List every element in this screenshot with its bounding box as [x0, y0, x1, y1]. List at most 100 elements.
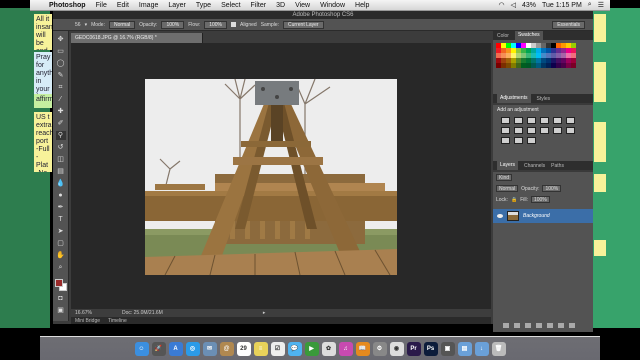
calendar-icon[interactable]: 29 [236, 341, 251, 356]
document-photo[interactable] [145, 79, 397, 275]
photoshop-icon[interactable]: Ps [423, 341, 438, 356]
trash-icon[interactable]: 🗑 [491, 341, 506, 356]
status-menu-icon[interactable]: ▸ [263, 310, 266, 316]
clone-stamp-tool-icon[interactable]: ⚲ [55, 131, 66, 140]
foreground-color-swatch[interactable] [54, 279, 63, 287]
eye-icon[interactable] [497, 214, 503, 218]
launchpad-icon[interactable]: 🚀 [151, 341, 166, 356]
sticky-note[interactable]: All it insane will be and in focus [34, 14, 52, 50]
lock-icon[interactable]: 🔒 [511, 197, 517, 203]
gradient-tool-icon[interactable]: ▤ [56, 167, 66, 176]
crop-tool-icon[interactable]: ⌗ [56, 83, 66, 92]
eraser-tool-icon[interactable]: ◫ [56, 155, 66, 164]
zoom-tool-icon[interactable]: ⌕ [56, 263, 66, 272]
menu-file[interactable]: File [91, 2, 112, 9]
menu-window[interactable]: Window [315, 2, 350, 9]
menu-select[interactable]: Select [216, 2, 245, 9]
sticky-note[interactable] [594, 240, 606, 256]
tab-swatches[interactable]: Swatches [514, 31, 543, 40]
color-balance-icon[interactable] [501, 127, 510, 134]
history-brush-tool-icon[interactable]: ↺ [56, 143, 66, 152]
blur-tool-icon[interactable]: 💧 [56, 179, 66, 188]
ibooks-icon[interactable]: 📖 [355, 341, 370, 356]
flow-input[interactable]: 100% [204, 20, 227, 29]
fx-icon[interactable] [514, 323, 520, 328]
hand-tool-icon[interactable]: ✋ [56, 251, 66, 260]
color-lookup-icon[interactable] [553, 127, 562, 134]
dodge-tool-icon[interactable]: ● [56, 191, 66, 200]
contacts-icon[interactable]: @ [219, 341, 234, 356]
tab-color[interactable]: Color [497, 33, 509, 39]
finder-icon[interactable]: ☺ [134, 341, 149, 356]
tab-channels[interactable]: Channels [524, 163, 545, 169]
volume-icon[interactable]: ◁ [511, 1, 516, 9]
preferences-icon[interactable]: ⚙ [372, 341, 387, 356]
brush-preset-icon[interactable]: ▾ [85, 22, 88, 28]
marquee-tool-icon[interactable]: ▭ [56, 47, 66, 56]
screen-icon[interactable]: ▣ [440, 341, 455, 356]
tab-paths[interactable]: Paths [551, 163, 564, 169]
workspace-select[interactable]: Essentials [552, 20, 585, 29]
menu-filter[interactable]: Filter [246, 2, 272, 9]
eyedropper-tool-icon[interactable]: ⁄ [56, 95, 66, 104]
safari-icon[interactable]: ◎ [185, 341, 200, 356]
menu-type[interactable]: Type [191, 2, 216, 9]
threshold-icon[interactable] [514, 137, 523, 144]
sticky-note[interactable] [594, 174, 606, 192]
lasso-tool-icon[interactable]: ◯ [56, 59, 66, 68]
quick-select-tool-icon[interactable]: ✎ [56, 71, 66, 80]
trash-icon[interactable] [569, 323, 575, 328]
tab-adjustments[interactable]: Adjustments [497, 94, 531, 103]
facetime-icon[interactable]: ▶ [304, 341, 319, 356]
layer-row[interactable]: Background [493, 209, 593, 223]
premiere-icon[interactable]: Pr [406, 341, 421, 356]
photo-filter-icon[interactable] [527, 127, 536, 134]
layer-opacity-input[interactable]: 100% [542, 185, 562, 192]
posterize-icon[interactable] [501, 137, 510, 144]
swatch-grid[interactable] [496, 43, 590, 68]
appstore-icon[interactable]: A [168, 341, 183, 356]
document-tab[interactable]: GEDC0618.JPG @ 16.7% (RGB/8) * [71, 33, 203, 43]
menu-3d[interactable]: 3D [271, 2, 290, 9]
mask-icon[interactable] [525, 323, 531, 328]
color-swatches[interactable] [54, 279, 67, 291]
brightness-icon[interactable] [501, 117, 510, 124]
quick-mask-icon[interactable]: ◘ [56, 294, 66, 303]
tab-styles[interactable]: Styles [537, 96, 551, 102]
layer-name[interactable]: Background [523, 213, 550, 219]
zoom-level[interactable]: 16.67% [75, 310, 92, 316]
levels-icon[interactable] [514, 117, 523, 124]
photos-icon[interactable]: ✿ [321, 341, 336, 356]
invert-icon[interactable] [566, 127, 575, 134]
menu-help[interactable]: Help [350, 2, 374, 9]
healing-tool-icon[interactable]: ✚ [56, 107, 66, 116]
search-icon[interactable]: ⌕ [588, 1, 592, 9]
clock[interactable]: Tue 1:15 PM [542, 2, 582, 9]
aligned-checkbox[interactable] [231, 22, 236, 27]
screen-mode-icon[interactable]: ▣ [56, 306, 66, 315]
brush-tool-icon[interactable]: ✐ [56, 119, 66, 128]
sticky-note[interactable] [594, 122, 606, 162]
tab-mini-bridge[interactable]: Mini Bridge [75, 318, 100, 324]
link-icon[interactable] [503, 323, 509, 328]
gradient-map-icon[interactable] [527, 137, 536, 144]
messages-icon[interactable]: 💬 [287, 341, 302, 356]
fill-input[interactable]: 100% [530, 196, 550, 203]
notes-icon[interactable]: ≡ [253, 341, 268, 356]
channel-mixer-icon[interactable] [540, 127, 549, 134]
menu-edit[interactable]: Edit [112, 2, 134, 9]
black-white-icon[interactable] [514, 127, 523, 134]
layer-thumbnail[interactable] [507, 211, 519, 221]
color-swatch[interactable] [571, 63, 576, 68]
mode-select[interactable]: Normal [108, 20, 136, 29]
menu-app-name[interactable]: Photoshop [44, 2, 91, 9]
tab-layers[interactable]: Layers [497, 161, 519, 170]
curves-icon[interactable] [527, 117, 536, 124]
group-icon[interactable] [547, 323, 553, 328]
sample-select[interactable]: Current Layer [283, 20, 324, 29]
battery-percent[interactable]: 43% [522, 2, 536, 9]
notification-center-icon[interactable]: ☰ [598, 1, 604, 9]
menu-view[interactable]: View [290, 2, 315, 9]
blend-mode-select[interactable]: Normal [496, 185, 519, 192]
folder-icon[interactable]: ▤ [457, 341, 472, 356]
